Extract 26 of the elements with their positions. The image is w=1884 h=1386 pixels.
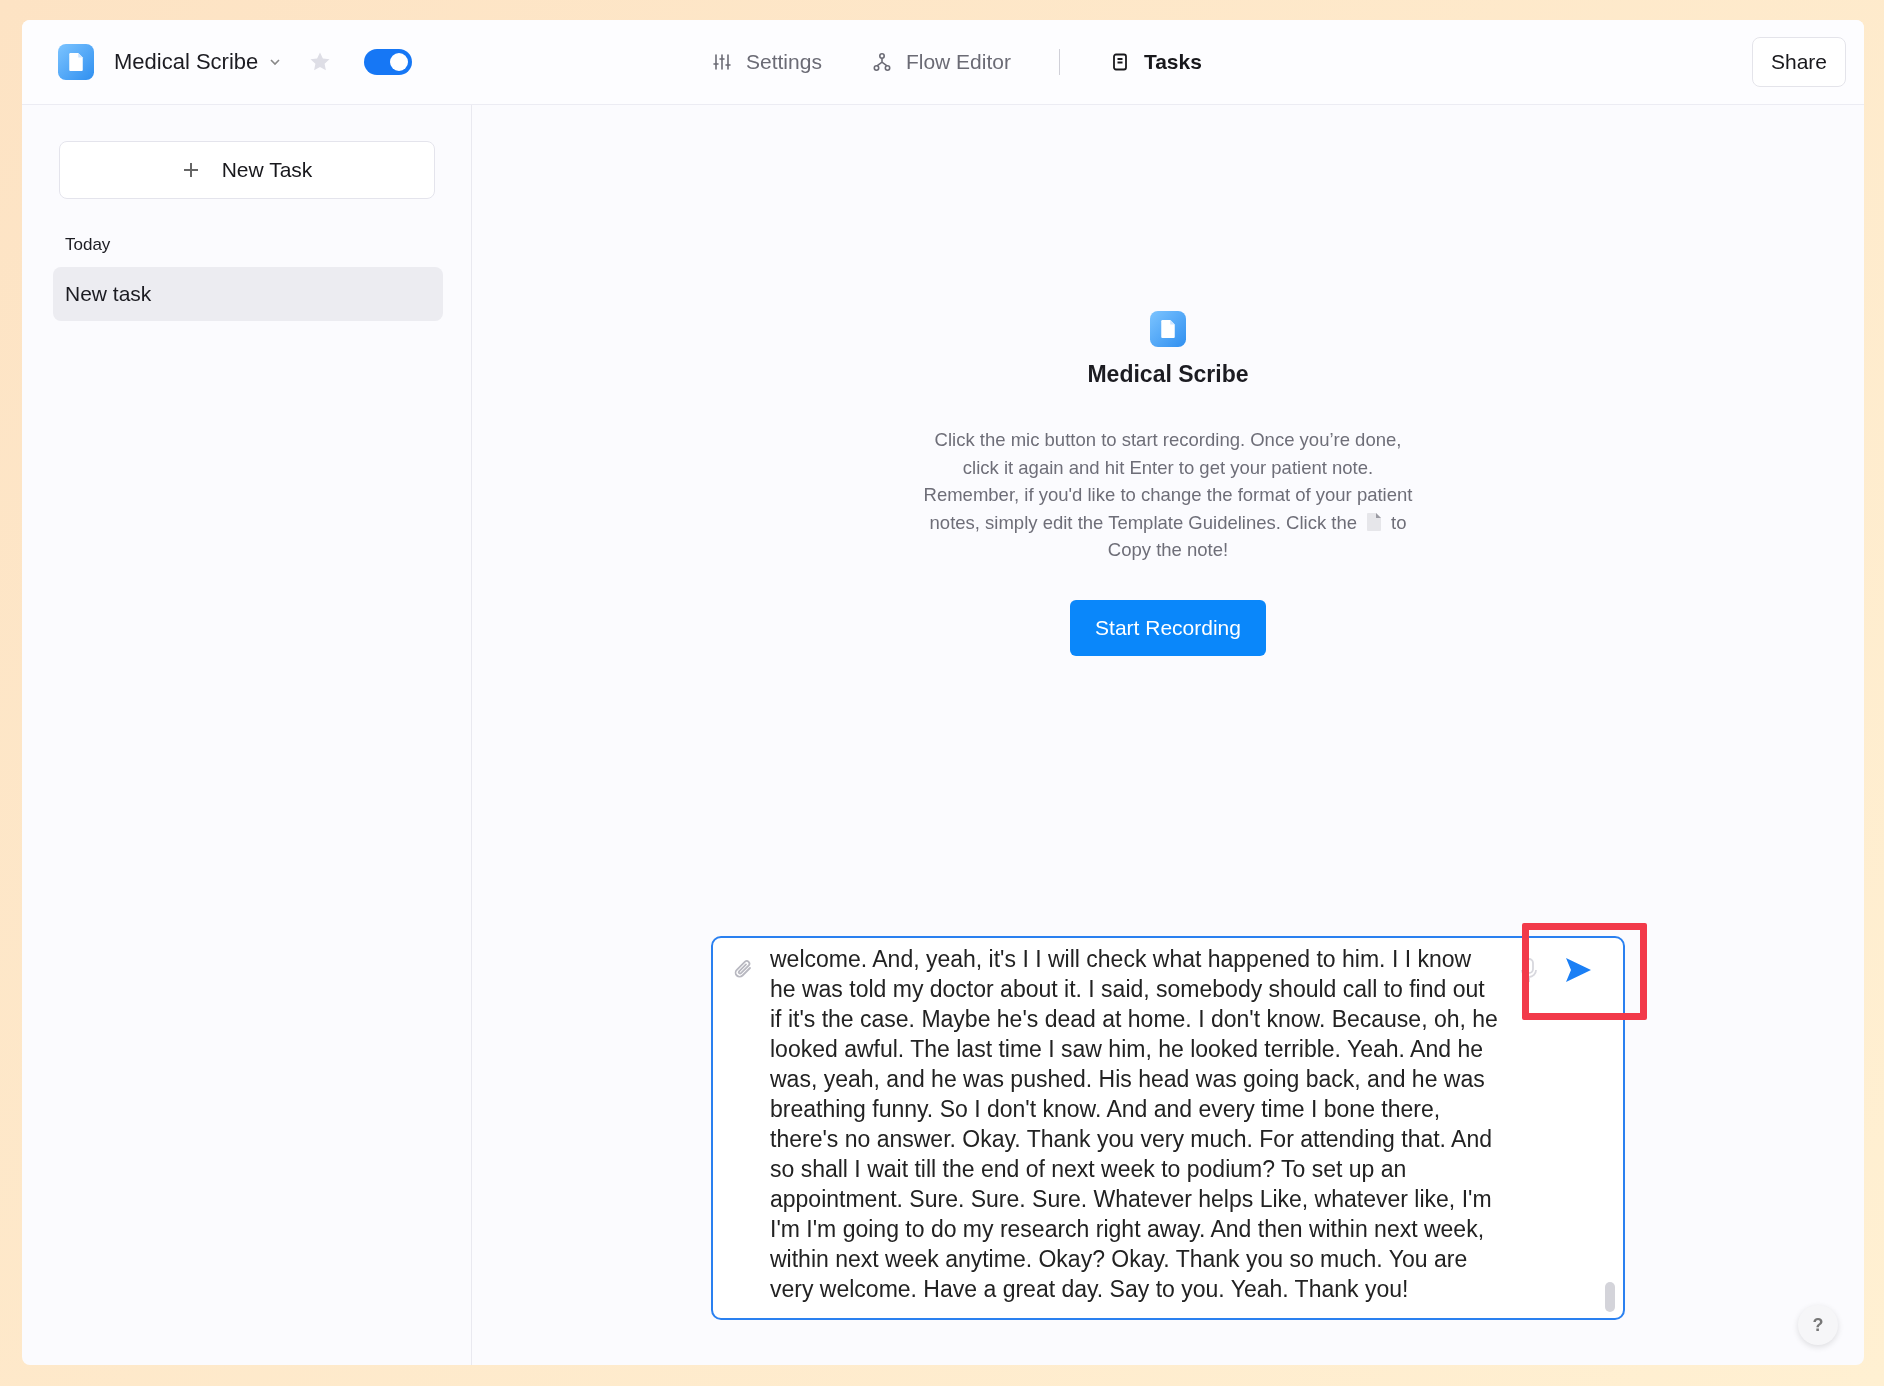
instructions-text: Copy the note! bbox=[1107, 538, 1229, 562]
start-recording-button[interactable]: Start Recording bbox=[1070, 599, 1266, 656]
message-input[interactable] bbox=[711, 936, 1625, 1320]
send-button[interactable] bbox=[1563, 956, 1593, 984]
message-text: welcome. And, yeah, it's I I will check what happened to him. I I know he was told my doctor about it. I said, somebody should call to find out if it's the case. Maybe he's dead at home. I don't know. Because, oh, he looked awful. The last time I saw him, he looked terrible. Yeah. And he was, yeah, and he was pushed. His head was going back, and he was breathing funny. So I don't know. And and every time I bone there, there's no answer. Okay. Thank you very much. For attending that. And so shall I wait till the end of next week to podium? To set up an appointment. Sure. Sure. Sure. Whatever helps Like, whatever like, I'm I'm I'm going to do my research right away. And then within next week, within next week anytime. Okay? Okay. Thank you so much. You are very welcome. Have a great day. Say to you. Yeah. Thank you! bbox=[770, 945, 1499, 1304]
sliders-icon bbox=[712, 52, 732, 72]
instructions-text: notes, simply edit the Template Guidelines. Click the bbox=[929, 510, 1357, 535]
instructions-text: to bbox=[1391, 510, 1407, 535]
nav-tab[interactable]: Settings bbox=[712, 42, 822, 82]
app-logo-icon bbox=[58, 44, 94, 80]
new-task-button[interactable]: New Task bbox=[59, 141, 435, 199]
task-item[interactable]: New task bbox=[53, 267, 443, 321]
share-button[interactable]: Share bbox=[1751, 37, 1846, 87]
app-name: Medical Scribe bbox=[114, 49, 259, 75]
flow-icon bbox=[871, 52, 892, 72]
plus-icon bbox=[181, 161, 200, 179]
nav-tab[interactable]: Flow Editor bbox=[871, 42, 1011, 82]
scrollbar-thumb[interactable] bbox=[1605, 1282, 1615, 1312]
toggle-switch[interactable] bbox=[364, 49, 413, 75]
document-logo-icon bbox=[1150, 311, 1186, 347]
group-label: Today bbox=[65, 235, 111, 255]
document-icon bbox=[1365, 512, 1383, 533]
microphone-icon[interactable] bbox=[1521, 958, 1537, 984]
intro-title: Medical Scribe bbox=[1087, 361, 1249, 388]
help-button[interactable]: ? bbox=[1798, 1305, 1838, 1345]
nav-tab[interactable]: Tasks bbox=[1109, 42, 1202, 82]
